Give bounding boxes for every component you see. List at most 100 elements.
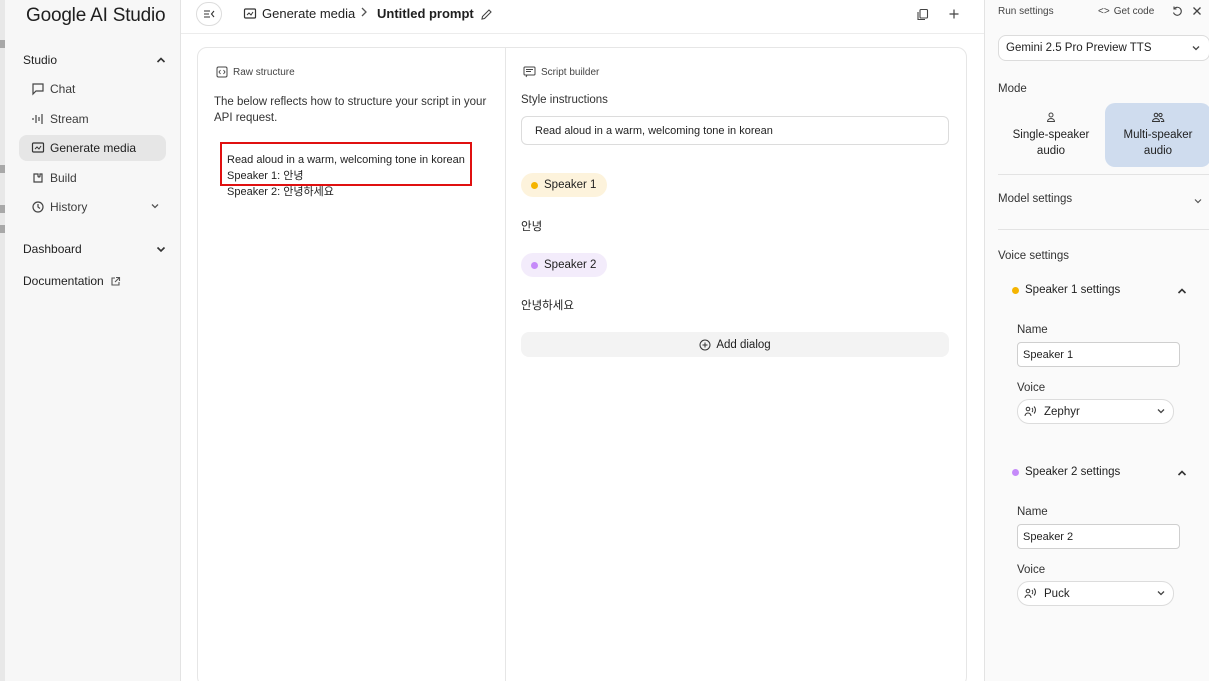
- dashboard-label: Dashboard: [23, 242, 82, 256]
- speaker-2-name-input[interactable]: Speaker 2: [1017, 524, 1180, 549]
- chevron-down-icon: [150, 200, 160, 214]
- voice-settings-label: Voice settings: [998, 250, 1069, 262]
- raw-structure-description: The below reflects how to structure your…: [214, 96, 487, 124]
- code-box-icon: [216, 66, 228, 78]
- speaker-1-name-input[interactable]: Speaker 1: [1017, 342, 1180, 367]
- breadcrumb-generate-media: Generate media: [262, 6, 356, 21]
- speaker-2-chip[interactable]: Speaker 2: [521, 253, 608, 277]
- speaker-1-text[interactable]: 안녕: [521, 218, 542, 234]
- collapse-menu-icon: [204, 10, 215, 18]
- plus-icon: [949, 9, 959, 19]
- script-builder-header: Script builder: [523, 66, 599, 78]
- toggle-sidebar-button[interactable]: [196, 2, 222, 26]
- chevron-right-icon: [359, 6, 369, 18]
- sidebar-item-label: Generate media: [50, 141, 137, 155]
- sidebar-item-build[interactable]: Build: [19, 165, 166, 191]
- chevron-down-icon: [1193, 195, 1203, 209]
- chevron-down-icon: [1156, 406, 1166, 419]
- chevron-down-icon: [1156, 588, 1166, 601]
- breadcrumb[interactable]: Generate media: [243, 6, 355, 21]
- voice-icon: [1024, 406, 1036, 417]
- speaker-1-voice-label: Voice: [1017, 382, 1046, 394]
- documentation-label: Documentation: [23, 274, 104, 288]
- pencil-icon: [480, 8, 492, 20]
- copy-button[interactable]: [913, 5, 931, 23]
- voice-icon: [1024, 588, 1036, 599]
- stream-icon: [30, 111, 46, 127]
- sidebar-item-label: History: [50, 200, 88, 214]
- get-code-button[interactable]: <> Get code: [1098, 6, 1154, 17]
- speaker-2-settings-header[interactable]: Speaker 2 settings: [1012, 466, 1120, 478]
- sidebar-item-generate-media[interactable]: Generate media: [19, 135, 166, 161]
- sidebar-item-label: Chat: [50, 82, 76, 96]
- speaker-1-voice-value: Zephyr: [1044, 405, 1080, 418]
- copy-icon: [916, 8, 928, 20]
- add-dialog-label: Add dialog: [716, 338, 771, 351]
- speaker-2-dot: [1012, 468, 1019, 476]
- sidebar-item-history[interactable]: History: [19, 194, 166, 220]
- multi-speaker-label-2: audio: [1143, 145, 1173, 157]
- speaker-1-chip-label: Speaker 1: [544, 179, 597, 191]
- multi-speaker-mode-button[interactable]: Multi-speaker audio: [1105, 103, 1209, 167]
- panel-divider: [505, 48, 506, 681]
- speaker-1-voice-select[interactable]: Zephyr: [1017, 399, 1174, 424]
- single-speaker-label-1: Single-speaker: [1012, 129, 1090, 141]
- external-link-icon: [111, 276, 120, 286]
- main-panel: Raw structure The below reflects how to …: [197, 47, 967, 681]
- speaker-1-name-label: Name: [1017, 324, 1048, 336]
- model-select[interactable]: Gemini 2.5 Pro Preview TTS: [998, 35, 1209, 61]
- sidebar-item-stream[interactable]: Stream: [19, 106, 166, 132]
- speaker-1-chip[interactable]: Speaker 1: [521, 173, 608, 197]
- model-settings-toggle[interactable]: Model settings: [998, 193, 1072, 205]
- close-panel-button[interactable]: [1190, 4, 1204, 18]
- style-instructions-value: Read aloud in a warm, welcoming tone in …: [535, 124, 773, 137]
- speaker-2-dot: [531, 261, 538, 269]
- speaker-2-settings-title: Speaker 2 settings: [1025, 466, 1121, 478]
- speaker-1-settings-header[interactable]: Speaker 1 settings: [1012, 284, 1120, 296]
- sidebar-item-label: Build: [50, 171, 77, 185]
- raw-structure-title: Raw structure: [233, 66, 295, 78]
- sidebar: Google AI Studio Studio Chat Stream Gene…: [5, 0, 181, 681]
- style-instructions-input[interactable]: Read aloud in a warm, welcoming tone in …: [521, 116, 949, 145]
- chevron-up-icon[interactable]: [1176, 285, 1188, 300]
- multi-speaker-label-1: Multi-speaker: [1123, 129, 1193, 141]
- history-icon: [30, 199, 46, 215]
- chevron-down-icon: [156, 246, 166, 253]
- run-settings-panel: Run settings <> Get code Gemini 2.5 Pro …: [984, 0, 1209, 681]
- page-title[interactable]: Untitled prompt: [377, 6, 474, 21]
- style-instructions-label: Style instructions: [521, 94, 608, 106]
- speaker-2-chip-label: Speaker 2: [544, 259, 597, 271]
- edit-title-button[interactable]: [477, 5, 495, 23]
- reset-button[interactable]: [1170, 4, 1184, 18]
- speaker-2-voice-value: Puck: [1044, 587, 1070, 600]
- reset-icon: [1172, 6, 1182, 16]
- model-value: Gemini 2.5 Pro Preview TTS: [1006, 42, 1152, 54]
- dashboard-section[interactable]: Dashboard: [23, 239, 167, 259]
- mode-label: Mode: [998, 83, 1027, 95]
- chat-icon: [30, 81, 46, 97]
- studio-section[interactable]: Studio: [23, 50, 167, 70]
- new-prompt-button[interactable]: [945, 5, 963, 23]
- divider: [998, 174, 1209, 175]
- single-speaker-label-2: audio: [1036, 145, 1066, 157]
- speaker-1-settings-title: Speaker 1 settings: [1025, 284, 1121, 296]
- script-icon: [523, 66, 536, 78]
- add-dialog-button[interactable]: Add dialog: [521, 332, 949, 357]
- raw-line-speaker2: Speaker 2: 안녕하세요: [227, 186, 334, 198]
- run-settings-title: Run settings: [998, 6, 1054, 17]
- speaker-1-dot: [1012, 286, 1019, 294]
- speaker-1-dot: [531, 181, 538, 189]
- raw-structure-header: Raw structure: [216, 66, 295, 78]
- documentation-link[interactable]: Documentation: [23, 274, 121, 288]
- prompt-title: Untitled prompt: [377, 6, 474, 21]
- people-icon: [1151, 112, 1165, 122]
- chevron-up-icon[interactable]: [1176, 467, 1188, 482]
- studio-label: Studio: [23, 53, 58, 67]
- highlight-annotation-box: [220, 142, 472, 186]
- speaker-2-voice-select[interactable]: Puck: [1017, 581, 1174, 606]
- build-icon: [30, 170, 46, 186]
- speaker-2-text[interactable]: 안녕하세요: [521, 297, 574, 313]
- app-logo[interactable]: Google AI Studio: [26, 5, 166, 27]
- sidebar-item-chat[interactable]: Chat: [19, 76, 166, 102]
- single-speaker-mode-button[interactable]: Single-speaker audio: [998, 103, 1104, 167]
